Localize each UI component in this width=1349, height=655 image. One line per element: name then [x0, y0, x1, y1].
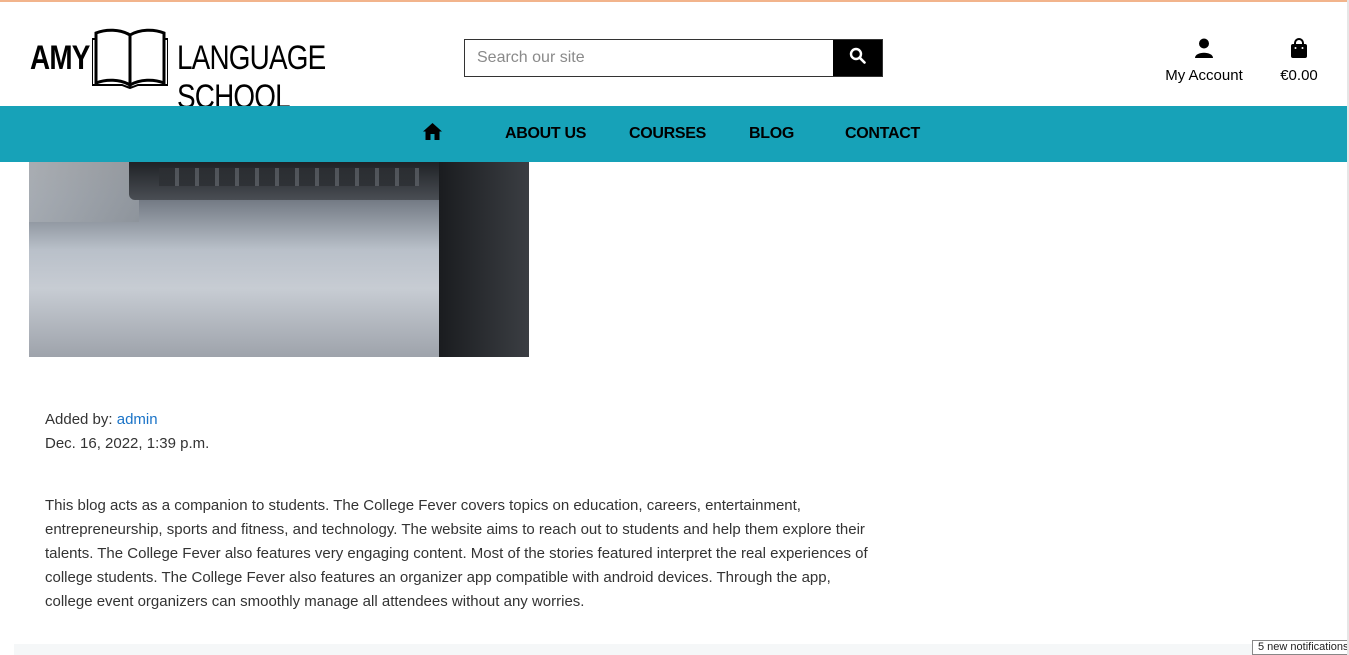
nav-courses[interactable]: COURSES — [629, 106, 706, 162]
post-meta: Added by: admin Dec. 16, 2022, 1:39 p.m. — [45, 408, 209, 456]
my-account-label: My Account — [1165, 67, 1243, 84]
notification-badge[interactable]: 5 new notifications — [1252, 640, 1349, 655]
nav-home[interactable] — [423, 106, 442, 162]
home-icon — [423, 123, 442, 145]
post-body: This blog acts as a companion to student… — [45, 497, 868, 610]
shopping-bag-icon — [1289, 38, 1309, 62]
nav-about-us[interactable]: ABOUT US — [505, 106, 586, 162]
added-by-label: Added by: — [45, 411, 113, 428]
shopping-bag-link[interactable]: €0.00 — [1276, 38, 1322, 84]
nav-contact[interactable]: CONTACT — [845, 106, 920, 162]
bag-total: €0.00 — [1280, 67, 1318, 84]
brand-name-part1: AMY — [30, 39, 90, 77]
site-header: AMY LANGUAGE SCHOOL My Account €0.00 — [0, 2, 1349, 116]
search-button[interactable] — [833, 40, 882, 76]
search-input[interactable] — [465, 40, 833, 76]
open-book-icon — [91, 27, 169, 94]
post-author-line: Added by: admin — [45, 408, 209, 432]
site-search — [464, 39, 883, 77]
main-navigation: ABOUT US COURSES BLOG CONTACT — [0, 106, 1349, 162]
search-icon — [849, 47, 866, 69]
footer-strip — [14, 644, 1349, 655]
post-author-link[interactable]: admin — [117, 411, 158, 428]
nav-blog[interactable]: BLOG — [749, 106, 794, 162]
post-date: Dec. 16, 2022, 1:39 p.m. — [45, 435, 210, 452]
blog-post-image — [29, 162, 529, 357]
my-account-link[interactable]: My Account — [1165, 38, 1243, 84]
user-icon — [1194, 38, 1214, 62]
